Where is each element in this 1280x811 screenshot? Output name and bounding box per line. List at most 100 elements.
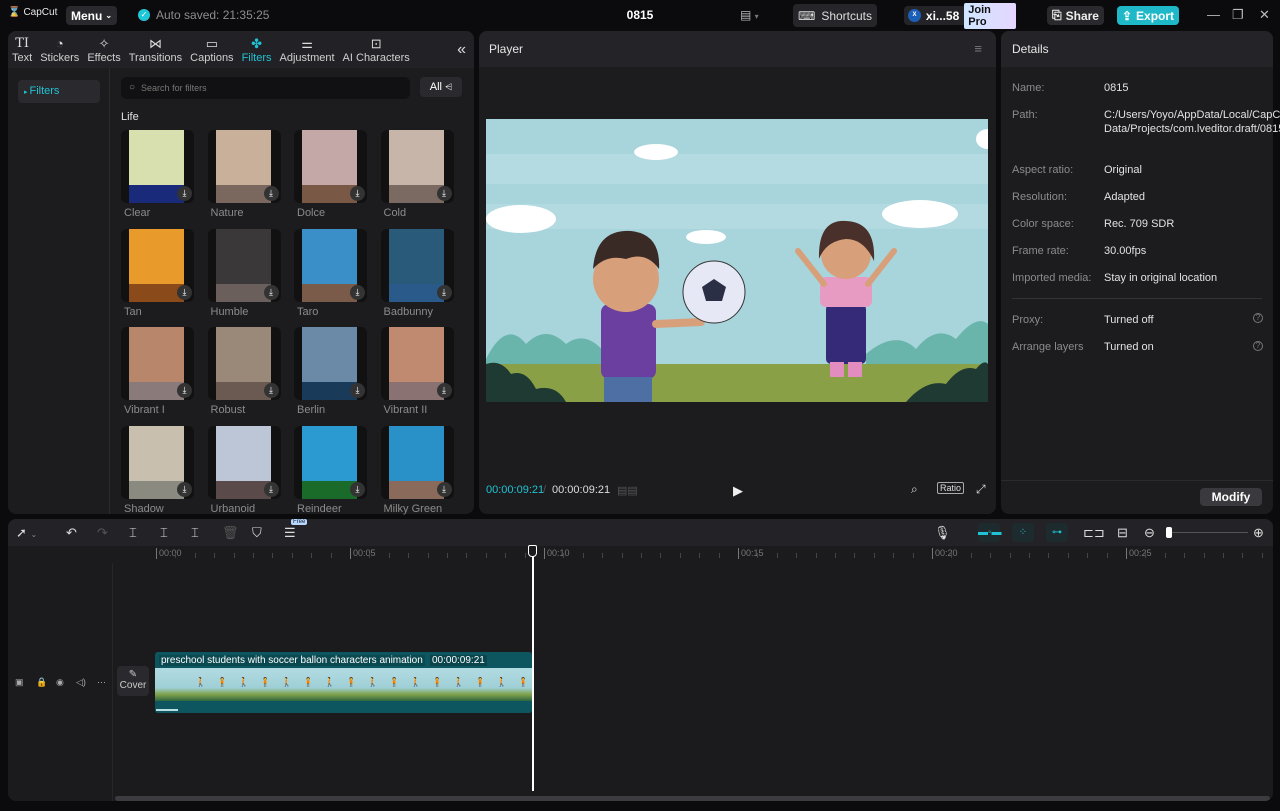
filter-card[interactable]: ⤓ Clear bbox=[121, 130, 208, 229]
download-icon[interactable]: ⤓ bbox=[177, 285, 192, 300]
delete-icon[interactable]: 🗑 bbox=[222, 525, 239, 541]
tab-filters[interactable]: ✤Filters bbox=[238, 31, 276, 68]
shortcuts-button[interactable]: ⌨Shortcuts bbox=[793, 4, 877, 27]
maximize-icon[interactable]: ❐ bbox=[1232, 7, 1244, 23]
linkage-icon[interactable]: ⊶ bbox=[1046, 523, 1068, 542]
help-icon[interactable]: ? bbox=[1253, 341, 1263, 351]
filter-card[interactable]: ⤓ Vibrant I bbox=[121, 327, 208, 426]
preview-axis-icon[interactable]: ⊏⊐ bbox=[1083, 525, 1105, 541]
join-pro-button[interactable]: Join Pro bbox=[964, 3, 1016, 29]
filter-thumbnail[interactable]: ⤓ bbox=[208, 426, 281, 499]
filter-thumbnail[interactable]: ⤓ bbox=[294, 130, 367, 203]
download-icon[interactable]: ⤓ bbox=[350, 383, 365, 398]
video-clip[interactable]: 🚶🧍🚶🧍🚶🧍🚶🧍🚶🧍🚶🧍🚶🧍🚶🧍 preschool students with… bbox=[155, 652, 532, 713]
filter-thumbnail[interactable]: ⤓ bbox=[294, 327, 367, 400]
playhead-line[interactable] bbox=[532, 555, 534, 791]
more-icon[interactable]: ⋯ bbox=[97, 677, 106, 688]
user-account[interactable]: Xxi...58Join Pro bbox=[904, 6, 1016, 25]
eye-icon[interactable]: ◉ bbox=[56, 677, 64, 688]
zoom-slider[interactable] bbox=[1168, 532, 1248, 533]
tab-effects[interactable]: ✧Effects bbox=[83, 31, 124, 68]
filter-thumbnail[interactable]: ⤓ bbox=[294, 426, 367, 499]
filter-card[interactable]: ⤓ Nature bbox=[208, 130, 295, 229]
filter-thumbnail[interactable]: ⤓ bbox=[208, 229, 281, 302]
download-icon[interactable]: ⤓ bbox=[437, 285, 452, 300]
tab-transitions[interactable]: ⋈Transitions bbox=[125, 31, 186, 68]
fullscreen-icon[interactable]: ⤢ bbox=[976, 482, 986, 497]
filter-card[interactable]: ⤓ Vibrant II bbox=[381, 327, 468, 426]
filter-card[interactable]: ⤓ Taro bbox=[294, 229, 381, 328]
filter-card[interactable]: ⤓ Milky Green bbox=[381, 426, 468, 525]
filter-thumbnail[interactable]: ⤓ bbox=[381, 327, 454, 400]
filter-thumbnail[interactable]: ⤓ bbox=[121, 229, 194, 302]
cover-button[interactable]: ✎Cover bbox=[117, 666, 149, 696]
filter-thumbnail[interactable]: ⤓ bbox=[381, 229, 454, 302]
video-preview[interactable] bbox=[486, 119, 988, 402]
zoom-slider-handle[interactable] bbox=[1166, 527, 1172, 538]
modify-button[interactable]: Modify bbox=[1200, 488, 1262, 506]
tab-adjustment[interactable]: ⚌Adjustment bbox=[276, 31, 339, 68]
filter-thumbnail[interactable]: ⤓ bbox=[294, 229, 367, 302]
download-icon[interactable]: ⤓ bbox=[437, 186, 452, 201]
download-icon[interactable]: ⤓ bbox=[264, 482, 279, 497]
filter-all-dropdown[interactable]: All⩤ bbox=[420, 77, 462, 97]
zoom-to-fit-icon[interactable]: ⊟ bbox=[1117, 525, 1128, 541]
filter-thumbnail[interactable]: ⤓ bbox=[381, 130, 454, 203]
download-icon[interactable]: ⤓ bbox=[177, 482, 192, 497]
filter-card[interactable]: ⤓ Tan bbox=[121, 229, 208, 328]
zoom-out-icon[interactable]: ⊖ bbox=[1144, 525, 1155, 541]
shield-icon[interactable]: ⛉ bbox=[252, 525, 262, 541]
filter-card[interactable]: ⤓ Dolce bbox=[294, 130, 381, 229]
auto-snapping-icon[interactable]: ⁘ bbox=[1012, 523, 1034, 542]
download-icon[interactable]: ⤓ bbox=[350, 186, 365, 201]
split-icon[interactable]: ⌶ bbox=[129, 525, 137, 541]
tab-ai-characters[interactable]: ⊡AI Characters bbox=[339, 31, 414, 68]
share-button[interactable]: ⎘Share bbox=[1047, 6, 1104, 25]
filter-card[interactable]: ⤓ Berlin bbox=[294, 327, 381, 426]
redo-icon[interactable]: ↷ bbox=[97, 525, 108, 541]
help-icon[interactable]: ? bbox=[1253, 313, 1263, 323]
download-icon[interactable]: ⤓ bbox=[350, 482, 365, 497]
filter-thumbnail[interactable]: ⤓ bbox=[208, 327, 281, 400]
lock-icon[interactable]: 🔒 bbox=[36, 677, 47, 688]
filter-card[interactable]: ⤓ Shadow bbox=[121, 426, 208, 525]
undo-icon[interactable]: ↶ bbox=[66, 525, 77, 541]
volume-icon[interactable]: ◁) bbox=[76, 677, 86, 688]
split-left-icon[interactable]: ⌶ bbox=[160, 525, 168, 541]
layout-icon[interactable]: ▤ ▾ bbox=[740, 8, 759, 22]
filter-thumbnail[interactable]: ⤓ bbox=[121, 426, 194, 499]
filter-card[interactable]: ⤓ Reindeer bbox=[294, 426, 381, 525]
download-icon[interactable]: ⤓ bbox=[264, 383, 279, 398]
collapse-panel-icon[interactable]: « bbox=[457, 41, 466, 59]
tab-text[interactable]: TIText bbox=[8, 31, 36, 68]
ratio-button[interactable]: Ratio bbox=[937, 482, 964, 494]
download-icon[interactable]: ⤓ bbox=[437, 482, 452, 497]
tab-stickers[interactable]: ◔Stickers bbox=[36, 31, 83, 68]
split-right-icon[interactable]: ⌶ bbox=[191, 525, 199, 541]
download-icon[interactable]: ⤓ bbox=[177, 186, 192, 201]
auto-caption-icon[interactable]: ☰ bbox=[284, 525, 296, 541]
export-button[interactable]: ⇪Export bbox=[1117, 6, 1179, 25]
minimize-icon[interactable]: — bbox=[1207, 7, 1220, 22]
main-track-magnet-icon[interactable]: ▬◦▬ bbox=[978, 523, 1000, 542]
volume-keyframe-line[interactable] bbox=[156, 709, 178, 711]
filter-thumbnail[interactable]: ⤓ bbox=[121, 327, 194, 400]
close-icon[interactable]: ✕ bbox=[1259, 7, 1270, 23]
zoom-in-icon[interactable]: ⊕ bbox=[1253, 525, 1264, 541]
download-icon[interactable]: ⤓ bbox=[264, 186, 279, 201]
download-icon[interactable]: ⤓ bbox=[264, 285, 279, 300]
filter-card[interactable]: ⤓ Urbanoid bbox=[208, 426, 295, 525]
menu-button[interactable]: Menu⌄ bbox=[66, 6, 117, 25]
download-icon[interactable]: ⤓ bbox=[177, 383, 192, 398]
sidebar-item-filters[interactable]: ▸ Filters bbox=[18, 80, 100, 103]
filter-thumbnail[interactable]: ⤓ bbox=[208, 130, 281, 203]
zoom-fit-icon[interactable]: ⌕ bbox=[911, 482, 918, 497]
download-icon[interactable]: ⤓ bbox=[350, 285, 365, 300]
download-icon[interactable]: ⤓ bbox=[437, 383, 452, 398]
filter-card[interactable]: ⤓ Robust bbox=[208, 327, 295, 426]
microphone-icon[interactable]: 🎙 bbox=[934, 525, 951, 541]
tab-captions[interactable]: ▭Captions bbox=[186, 31, 237, 68]
filter-thumbnail[interactable]: ⤓ bbox=[121, 130, 194, 203]
track-thumbnail-icon[interactable]: ▣ bbox=[15, 677, 24, 688]
play-button[interactable]: ▶ bbox=[733, 483, 743, 499]
